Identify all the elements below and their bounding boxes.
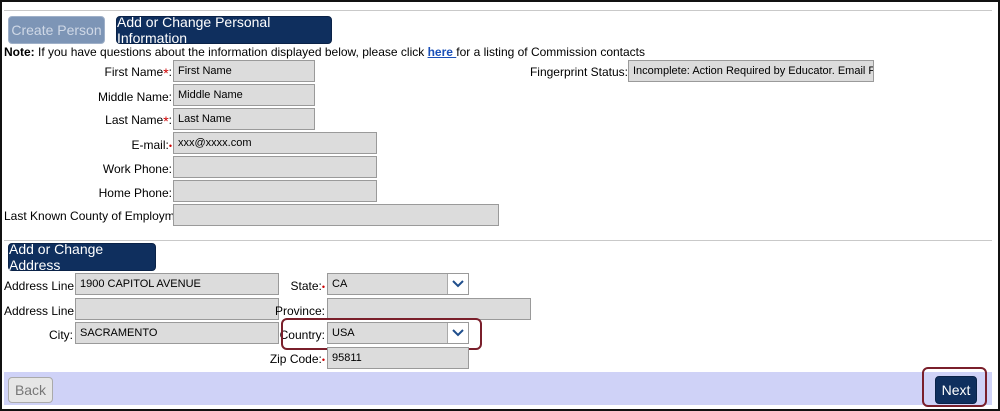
note-prefix: Note: — [4, 45, 35, 59]
contacts-link[interactable]: here — [428, 45, 457, 59]
zip-label: Zip Code:• — [269, 352, 325, 366]
country-highlight — [281, 318, 482, 350]
city-label: City: — [49, 328, 73, 342]
email-field[interactable]: xxx@xxxx.com — [173, 132, 377, 154]
state-value: CA — [332, 278, 348, 290]
add-personal-info-button[interactable]: Add or Change Personal Information — [116, 14, 332, 46]
footer-bar — [4, 372, 992, 405]
next-button[interactable]: Next — [935, 376, 977, 404]
fingerprint-status-field: Incomplete: Action Required by Educator.… — [628, 60, 874, 82]
note-line: Note: If you have questions about the in… — [4, 45, 645, 59]
city-field[interactable]: SACRAMENTO — [75, 322, 279, 344]
create-person-button[interactable]: Create Person — [8, 16, 105, 44]
province-label: Province: — [274, 304, 325, 318]
add-address-button[interactable]: Add or Change Address — [8, 241, 156, 273]
middle-name-label: Middle Name: — [97, 90, 172, 104]
top-divider — [4, 10, 992, 11]
note-text: If you have questions about the informat… — [34, 45, 428, 59]
middle-name-field[interactable]: Middle Name — [173, 84, 315, 106]
first-name-field[interactable]: First Name — [173, 60, 315, 82]
first-name-label: First Name*: — [104, 65, 172, 81]
back-button[interactable]: Back — [8, 377, 53, 403]
fingerprint-label: Fingerprint Status: — [529, 65, 628, 79]
email-label: E-mail:• — [131, 138, 173, 152]
work-phone-label: Work Phone: — [102, 162, 172, 176]
county-field[interactable] — [173, 204, 499, 226]
home-phone-label: Home Phone: — [98, 186, 172, 200]
address-line1-field[interactable]: 1900 CAPITOL AVENUE — [75, 273, 279, 295]
zip-code-field[interactable]: 95811 — [327, 347, 469, 369]
last-name-label: Last Name*: — [105, 113, 172, 129]
note-text-2: for a listing of Commission contacts — [456, 45, 646, 59]
state-select[interactable]: CA — [327, 273, 469, 295]
province-field[interactable] — [327, 298, 531, 320]
home-phone-field[interactable] — [173, 180, 377, 202]
chevron-down-icon[interactable] — [447, 274, 468, 294]
last-name-field[interactable]: Last Name — [173, 108, 315, 130]
address-line2-field[interactable] — [75, 298, 279, 320]
county-label: Last Known County of Employment: — [4, 209, 195, 223]
work-phone-field[interactable] — [173, 156, 377, 178]
state-label: State:• — [290, 279, 325, 293]
